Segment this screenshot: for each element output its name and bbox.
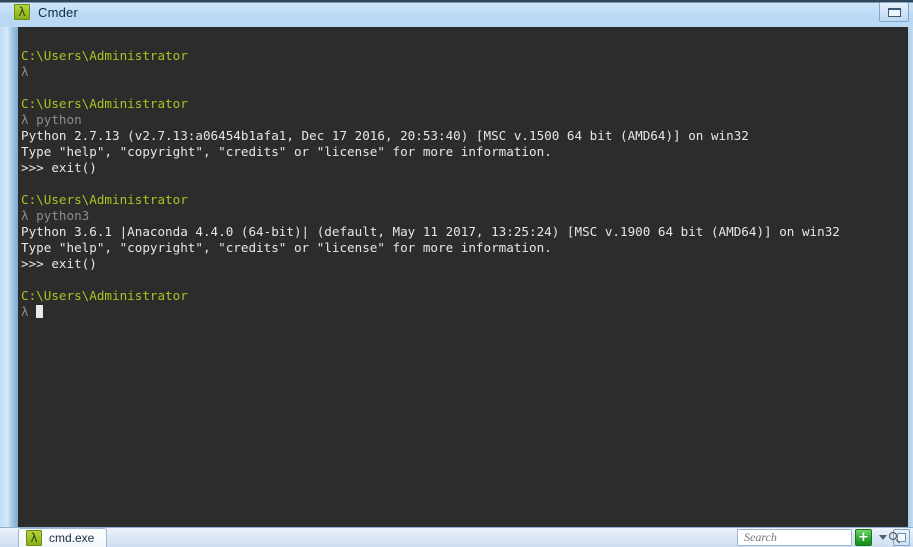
- window-frame-left: [0, 27, 18, 527]
- title-bar-content: λ Cmder: [14, 4, 78, 20]
- terminal-line: C:\Users\Administrator: [21, 48, 188, 63]
- terminal-line: C:\Users\Administrator: [21, 96, 188, 111]
- lambda-icon: λ: [26, 530, 42, 546]
- plus-icon: +: [858, 530, 869, 545]
- terminal-line: >>> exit(): [21, 160, 97, 175]
- chevron-down-icon: [878, 535, 887, 540]
- lambda-icon: λ: [14, 4, 30, 20]
- window-frame-right: [908, 27, 913, 527]
- terminal-line: λ python: [21, 112, 82, 127]
- terminal-line: λ python3: [21, 208, 90, 223]
- restore-window-button[interactable]: [879, 2, 909, 22]
- terminal-output: C:\Users\Administrator λ C:\Users\Adminis…: [21, 32, 840, 320]
- status-bar-controls: +: [737, 529, 910, 546]
- terminal-line: λ: [21, 64, 29, 79]
- terminal-line: >>> exit(): [21, 256, 97, 271]
- console-tab-cmd-exe[interactable]: λ cmd.exe: [18, 528, 108, 547]
- cmder-window: λ Cmder C:\Users\Administrator λ C:\Users…: [0, 0, 913, 547]
- window-title: Cmder: [38, 4, 79, 20]
- terminal-line: Type "help", "copyright", "credits" or "…: [21, 240, 552, 255]
- search-icon[interactable]: [889, 531, 901, 544]
- title-bar[interactable]: λ Cmder: [0, 0, 913, 27]
- window-controls: [879, 2, 909, 22]
- terminal-line: λ: [21, 304, 840, 320]
- new-tab-dropdown-button[interactable]: [875, 529, 890, 546]
- terminal-line: Python 3.6.1 |Anaconda 4.4.0 (64-bit)| (…: [21, 224, 840, 239]
- tab-strip: λ cmd.exe: [18, 527, 108, 547]
- terminal-line: C:\Users\Administrator: [21, 288, 188, 303]
- text-cursor: [36, 305, 44, 318]
- terminal-line: Type "help", "copyright", "credits" or "…: [21, 144, 552, 159]
- console-tab-label: cmd.exe: [49, 531, 95, 545]
- terminal-console[interactable]: C:\Users\Administrator λ C:\Users\Adminis…: [18, 27, 908, 527]
- terminal-line: Python 2.7.13 (v2.7.13:a06454b1afa1, Dec…: [21, 128, 749, 143]
- terminal-line: C:\Users\Administrator: [21, 192, 188, 207]
- search-box[interactable]: [737, 529, 901, 546]
- restore-window-icon: [887, 7, 901, 17]
- new-tab-button[interactable]: +: [855, 529, 872, 546]
- status-bar: λ cmd.exe +: [0, 527, 913, 547]
